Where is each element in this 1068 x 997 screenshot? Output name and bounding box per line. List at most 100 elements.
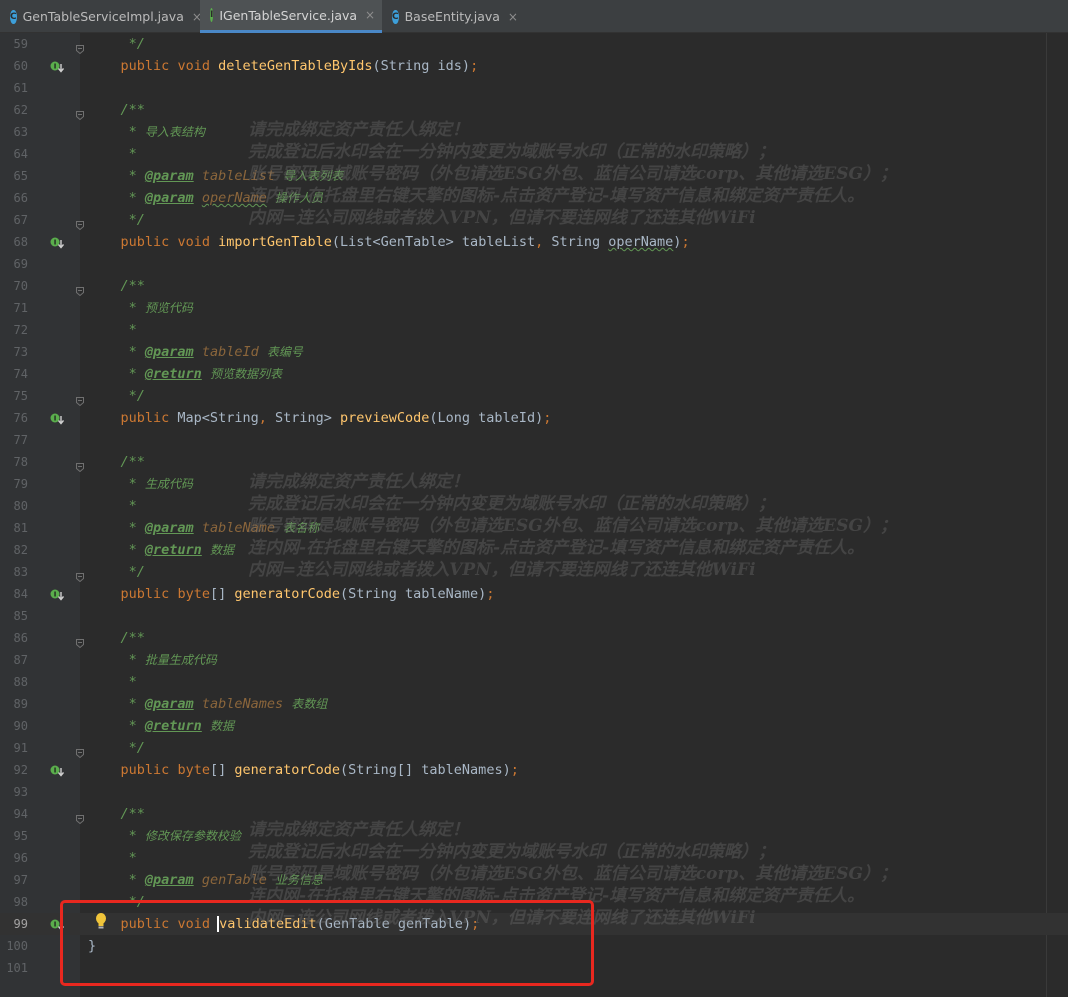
- line-number: 91: [13, 741, 28, 755]
- code-line[interactable]: 86 /**: [0, 627, 1068, 649]
- code-line[interactable]: 78 /**: [0, 451, 1068, 473]
- code-line[interactable]: 61: [0, 77, 1068, 99]
- line-number: 88: [13, 675, 28, 689]
- line-number: 86: [13, 631, 28, 645]
- fold-toggle-icon[interactable]: [76, 281, 84, 297]
- code-line[interactable]: 96 *: [0, 847, 1068, 869]
- line-number: 101: [6, 961, 28, 975]
- file-tab[interactable]: C BaseEntity.java ×: [382, 0, 518, 33]
- fold-toggle-icon[interactable]: [76, 809, 84, 825]
- code-line[interactable]: 80 *: [0, 495, 1068, 517]
- code-text: *: [88, 850, 137, 866]
- code-line[interactable]: 68 I public void importGenTable(List<GenT…: [0, 231, 1068, 253]
- code-line[interactable]: 67 */: [0, 209, 1068, 231]
- code-line[interactable]: 77: [0, 429, 1068, 451]
- fold-toggle-icon[interactable]: [76, 105, 84, 121]
- code-line[interactable]: 93: [0, 781, 1068, 803]
- code-editor[interactable]: 59 */ 60 I public void deleteGenTableByIds…: [0, 33, 1068, 997]
- file-tab-label: BaseEntity.java: [404, 9, 500, 24]
- code-line[interactable]: 76 I public Map<String, String> previewCo…: [0, 407, 1068, 429]
- line-number: 85: [13, 609, 28, 623]
- code-line[interactable]: 62 /**: [0, 99, 1068, 121]
- line-number: 79: [13, 477, 28, 491]
- code-line[interactable]: 84 I public byte[] generatorCode(String t…: [0, 583, 1068, 605]
- code-line[interactable]: 66 * @param operName 操作人员: [0, 187, 1068, 209]
- implemented-method-icon[interactable]: I: [50, 587, 65, 601]
- line-number: 64: [13, 147, 28, 161]
- line-number: 66: [13, 191, 28, 205]
- code-line[interactable]: 89 * @param tableNames 表数组: [0, 693, 1068, 715]
- code-text: * @return 数据: [88, 718, 234, 734]
- code-line[interactable]: 59 */: [0, 33, 1068, 55]
- code-text: *: [88, 322, 137, 338]
- code-line[interactable]: 73 * @param tableId 表编号: [0, 341, 1068, 363]
- implemented-method-icon[interactable]: I: [50, 235, 65, 249]
- line-number: 75: [13, 389, 28, 403]
- implemented-method-icon[interactable]: I: [50, 411, 65, 425]
- file-tab[interactable]: C GenTableServiceImpl.java ×: [0, 0, 202, 33]
- code-text: public byte[] generatorCode(String[] tab…: [120, 762, 519, 778]
- code-text: /**: [88, 454, 145, 470]
- code-text: *: [88, 498, 137, 514]
- code-line[interactable]: 92 I public byte[] generatorCode(String[]…: [0, 759, 1068, 781]
- line-number: 74: [13, 367, 28, 381]
- line-number: 89: [13, 697, 28, 711]
- svg-text:I: I: [54, 415, 57, 423]
- line-number: 95: [13, 829, 28, 843]
- fold-toggle-icon[interactable]: [76, 457, 84, 473]
- code-line[interactable]: 95 * 修改保存参数校验: [0, 825, 1068, 847]
- code-line[interactable]: 64 *: [0, 143, 1068, 165]
- line-number: 93: [13, 785, 28, 799]
- line-number: 63: [13, 125, 28, 139]
- code-line[interactable]: 88 *: [0, 671, 1068, 693]
- line-number: 96: [13, 851, 28, 865]
- fold-toggle-icon[interactable]: [76, 39, 84, 55]
- code-line[interactable]: 74 * @return 预览数据列表: [0, 363, 1068, 385]
- code-line[interactable]: 69: [0, 253, 1068, 275]
- code-line[interactable]: 70 /**: [0, 275, 1068, 297]
- code-line[interactable]: 94 /**: [0, 803, 1068, 825]
- code-line[interactable]: 82 * @return 数据: [0, 539, 1068, 561]
- code-line[interactable]: 72 *: [0, 319, 1068, 341]
- fold-toggle-icon[interactable]: [76, 743, 84, 759]
- line-number: 65: [13, 169, 28, 183]
- line-number: 97: [13, 873, 28, 887]
- code-text: /**: [88, 278, 145, 294]
- code-line[interactable]: 75 */: [0, 385, 1068, 407]
- code-text: * @param operName 操作人员: [88, 190, 324, 206]
- fold-toggle-icon[interactable]: [76, 391, 84, 407]
- code-text: * @param tableId 表编号: [88, 344, 303, 360]
- code-line[interactable]: 97 * @param genTable 业务信息: [0, 869, 1068, 891]
- fold-toggle-icon[interactable]: [76, 633, 84, 649]
- svg-text:I: I: [54, 767, 57, 775]
- code-line[interactable]: 90 * @return 数据: [0, 715, 1068, 737]
- line-number: 69: [13, 257, 28, 271]
- implemented-method-icon[interactable]: I: [50, 763, 65, 777]
- code-line[interactable]: 65 * @param tableList 导入表列表: [0, 165, 1068, 187]
- file-tab[interactable]: I IGenTableService.java ×: [200, 0, 382, 33]
- line-number: 90: [13, 719, 28, 733]
- svg-text:I: I: [54, 591, 57, 599]
- line-number: 68: [13, 235, 28, 249]
- fold-toggle-icon[interactable]: [76, 215, 84, 231]
- close-tab-icon[interactable]: ×: [365, 8, 375, 22]
- fold-toggle-icon[interactable]: [76, 567, 84, 583]
- code-text: /**: [88, 102, 145, 118]
- line-number: 80: [13, 499, 28, 513]
- code-line[interactable]: 91 */: [0, 737, 1068, 759]
- code-line[interactable]: 85: [0, 605, 1068, 627]
- line-number: 84: [13, 587, 28, 601]
- code-line[interactable]: 83 */: [0, 561, 1068, 583]
- close-tab-icon[interactable]: ×: [508, 10, 518, 24]
- code-text: */: [88, 564, 145, 580]
- code-line[interactable]: 81 * @param tableName 表名称: [0, 517, 1068, 539]
- line-number: 94: [13, 807, 28, 821]
- code-line[interactable]: 63 * 导入表结构: [0, 121, 1068, 143]
- class-icon: C: [392, 9, 399, 24]
- code-line[interactable]: 79 * 生成代码: [0, 473, 1068, 495]
- code-line[interactable]: 60 I public void deleteGenTableByIds(Stri…: [0, 55, 1068, 77]
- code-line[interactable]: 87 * 批量生成代码: [0, 649, 1068, 671]
- implemented-method-icon[interactable]: I: [50, 59, 65, 73]
- code-text: * 生成代码: [88, 476, 193, 492]
- code-line[interactable]: 71 * 预览代码: [0, 297, 1068, 319]
